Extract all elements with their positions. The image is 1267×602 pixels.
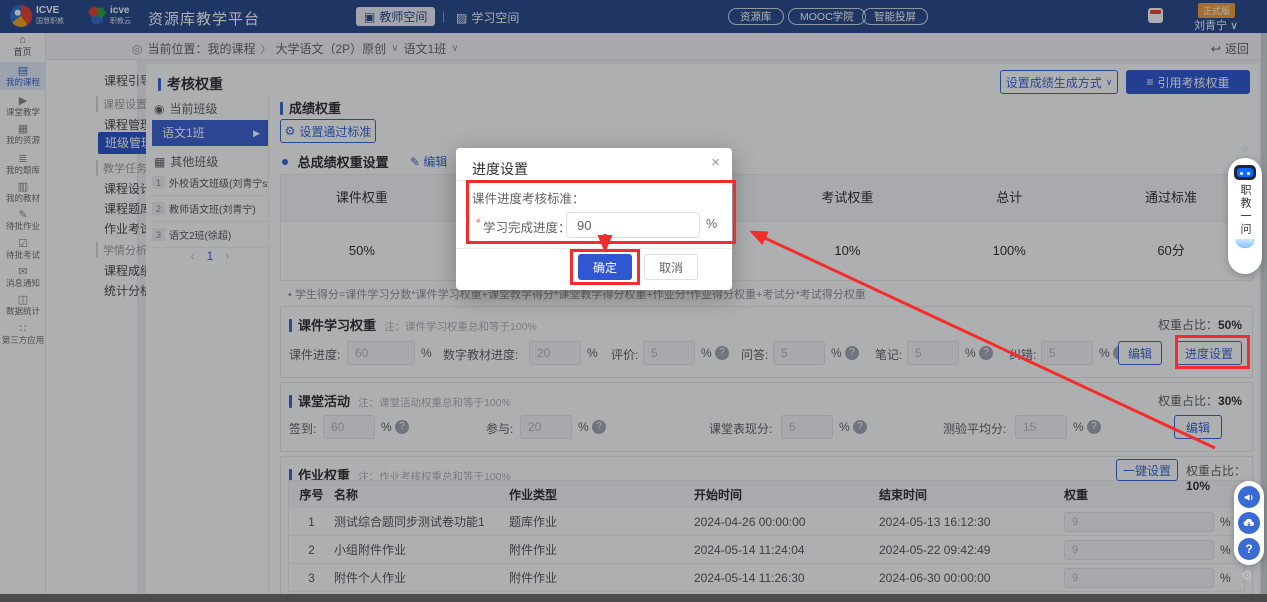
wave-decoration (1235, 239, 1255, 248)
ai-assistant-widget[interactable]: 职教一问 (1228, 158, 1262, 274)
megaphone-icon (1243, 491, 1256, 504)
progress-field-label: 学习完成进度： (483, 217, 571, 236)
percent-suffix: % (706, 217, 717, 231)
modal-body-label: 课件进度考核标准： (472, 188, 585, 207)
question-icon: ? (1245, 542, 1252, 556)
gear-icon[interactable]: ⚙ (1240, 144, 1249, 155)
robot-icon (1234, 165, 1256, 180)
progress-setting-modal: 进度设置 × 课件进度考核标准： * 学习完成进度： % 确定 取消 (456, 148, 732, 290)
announcement-button[interactable] (1238, 486, 1260, 508)
cancel-button[interactable]: 取消 (644, 254, 698, 280)
modal-divider (456, 180, 732, 181)
side-toolbar: ? (1234, 481, 1264, 565)
close-icon[interactable]: × (711, 154, 720, 171)
ai-assistant-label: 职教一问 (1237, 184, 1253, 236)
cloud-download-icon (1242, 516, 1256, 530)
confirm-button[interactable]: 确定 (578, 254, 632, 280)
collapse-toolbar-icon[interactable]: ⊙ (1242, 568, 1252, 582)
modal-divider (456, 248, 732, 249)
help-button[interactable]: ? (1238, 538, 1260, 560)
download-button[interactable] (1238, 512, 1260, 534)
modal-title: 进度设置 (472, 159, 528, 179)
progress-input[interactable] (566, 212, 700, 238)
required-mark: * (476, 216, 481, 230)
modal-dim-overlay (0, 0, 1267, 602)
